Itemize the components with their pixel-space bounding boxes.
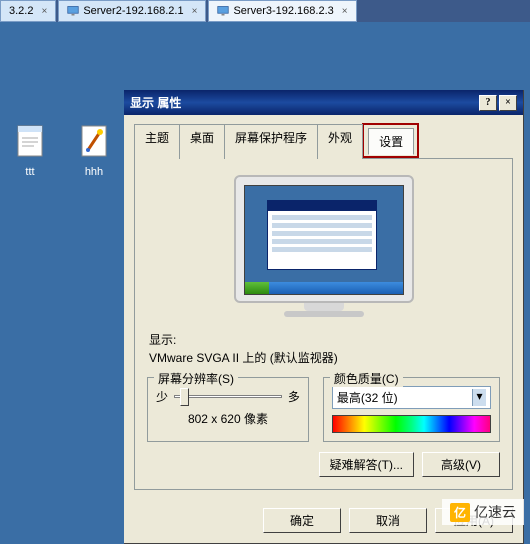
- notepad-icon: [14, 122, 46, 162]
- help-button[interactable]: ?: [479, 95, 497, 111]
- close-button[interactable]: ×: [499, 95, 517, 111]
- resolution-legend: 屏幕分辨率(S): [154, 370, 238, 387]
- tab-desktop[interactable]: 桌面: [179, 124, 225, 159]
- icon-label: hhh: [70, 166, 118, 178]
- tab-label: Server2-192.168.2.1: [83, 5, 183, 17]
- advanced-button[interactable]: 高级(V): [422, 452, 500, 477]
- chevron-down-icon: ▾: [472, 389, 486, 406]
- vm-tab-2[interactable]: Server2-192.168.2.1 ×: [58, 0, 206, 22]
- color-legend: 颜色质量(C): [330, 370, 403, 387]
- paint-icon: [78, 122, 110, 162]
- remote-desktop: ttt hhh 显示 属性 ? × 主题 桌面 屏幕保护程序 外观 设置: [0, 22, 530, 531]
- vm-tab-bar: 3.2.2 × Server2-192.168.2.1 × Server3-19…: [0, 0, 530, 22]
- desktop-icon-hhh[interactable]: hhh: [70, 122, 118, 178]
- settings-panel: 显示: VMware SVGA II 上的 (默认监视器) 屏幕分辨率(S) 少…: [134, 159, 513, 490]
- watermark-badge: 亿: [450, 503, 470, 522]
- color-quality-value: 最高(32 位): [337, 389, 398, 406]
- tab-appearance[interactable]: 外观: [317, 124, 363, 159]
- monitor-icon: [67, 5, 79, 17]
- ok-button[interactable]: 确定: [263, 508, 341, 533]
- slider-thumb[interactable]: [180, 388, 189, 406]
- dialog-title: 显示 属性: [130, 94, 181, 111]
- watermark-text: 亿速云: [474, 502, 516, 522]
- res-more-label: 多: [288, 388, 300, 405]
- monitor-icon: [217, 5, 229, 17]
- vm-tab-1[interactable]: 3.2.2 ×: [0, 0, 56, 22]
- color-spectrum: [332, 415, 491, 433]
- tab-label: Server3-192.168.2.3: [233, 5, 333, 17]
- tab-settings[interactable]: 设置: [368, 128, 414, 155]
- tab-theme[interactable]: 主题: [134, 124, 180, 159]
- monitor-preview: [147, 169, 500, 327]
- res-less-label: 少: [156, 388, 168, 405]
- resolution-value: 802 x 620 像素: [156, 410, 300, 427]
- resolution-group: 屏幕分辨率(S) 少 多 802 x 620 像素: [147, 377, 309, 442]
- icon-label: ttt: [6, 166, 54, 178]
- dialog-tab-strip: 主题 桌面 屏幕保护程序 外观 设置: [134, 123, 513, 159]
- tab-screensaver[interactable]: 屏幕保护程序: [224, 124, 318, 159]
- display-heading: 显示:: [149, 331, 498, 349]
- resolution-slider[interactable]: [174, 386, 282, 406]
- title-bar[interactable]: 显示 属性 ? ×: [124, 90, 523, 115]
- close-icon[interactable]: ×: [41, 6, 47, 17]
- display-properties-dialog: 显示 属性 ? × 主题 桌面 屏幕保护程序 外观 设置: [124, 90, 524, 544]
- cancel-button[interactable]: 取消: [349, 508, 427, 533]
- tab-label: 3.2.2: [9, 5, 33, 17]
- color-quality-group: 颜色质量(C) 最高(32 位) ▾: [323, 377, 500, 442]
- close-icon[interactable]: ×: [192, 6, 198, 17]
- preview-start: [245, 282, 269, 294]
- tab-settings-highlight: 设置: [362, 123, 419, 158]
- vm-tab-3[interactable]: Server3-192.168.2.3 ×: [208, 0, 356, 22]
- troubleshoot-button[interactable]: 疑难解答(T)...: [319, 452, 414, 477]
- watermark: 亿 亿速云: [442, 499, 524, 525]
- preview-window: [267, 200, 377, 270]
- desktop-icon-ttt[interactable]: ttt: [6, 122, 54, 178]
- color-quality-select[interactable]: 最高(32 位) ▾: [332, 386, 491, 409]
- display-device: VMware SVGA II 上的 (默认监视器): [149, 349, 498, 367]
- close-icon[interactable]: ×: [342, 6, 348, 17]
